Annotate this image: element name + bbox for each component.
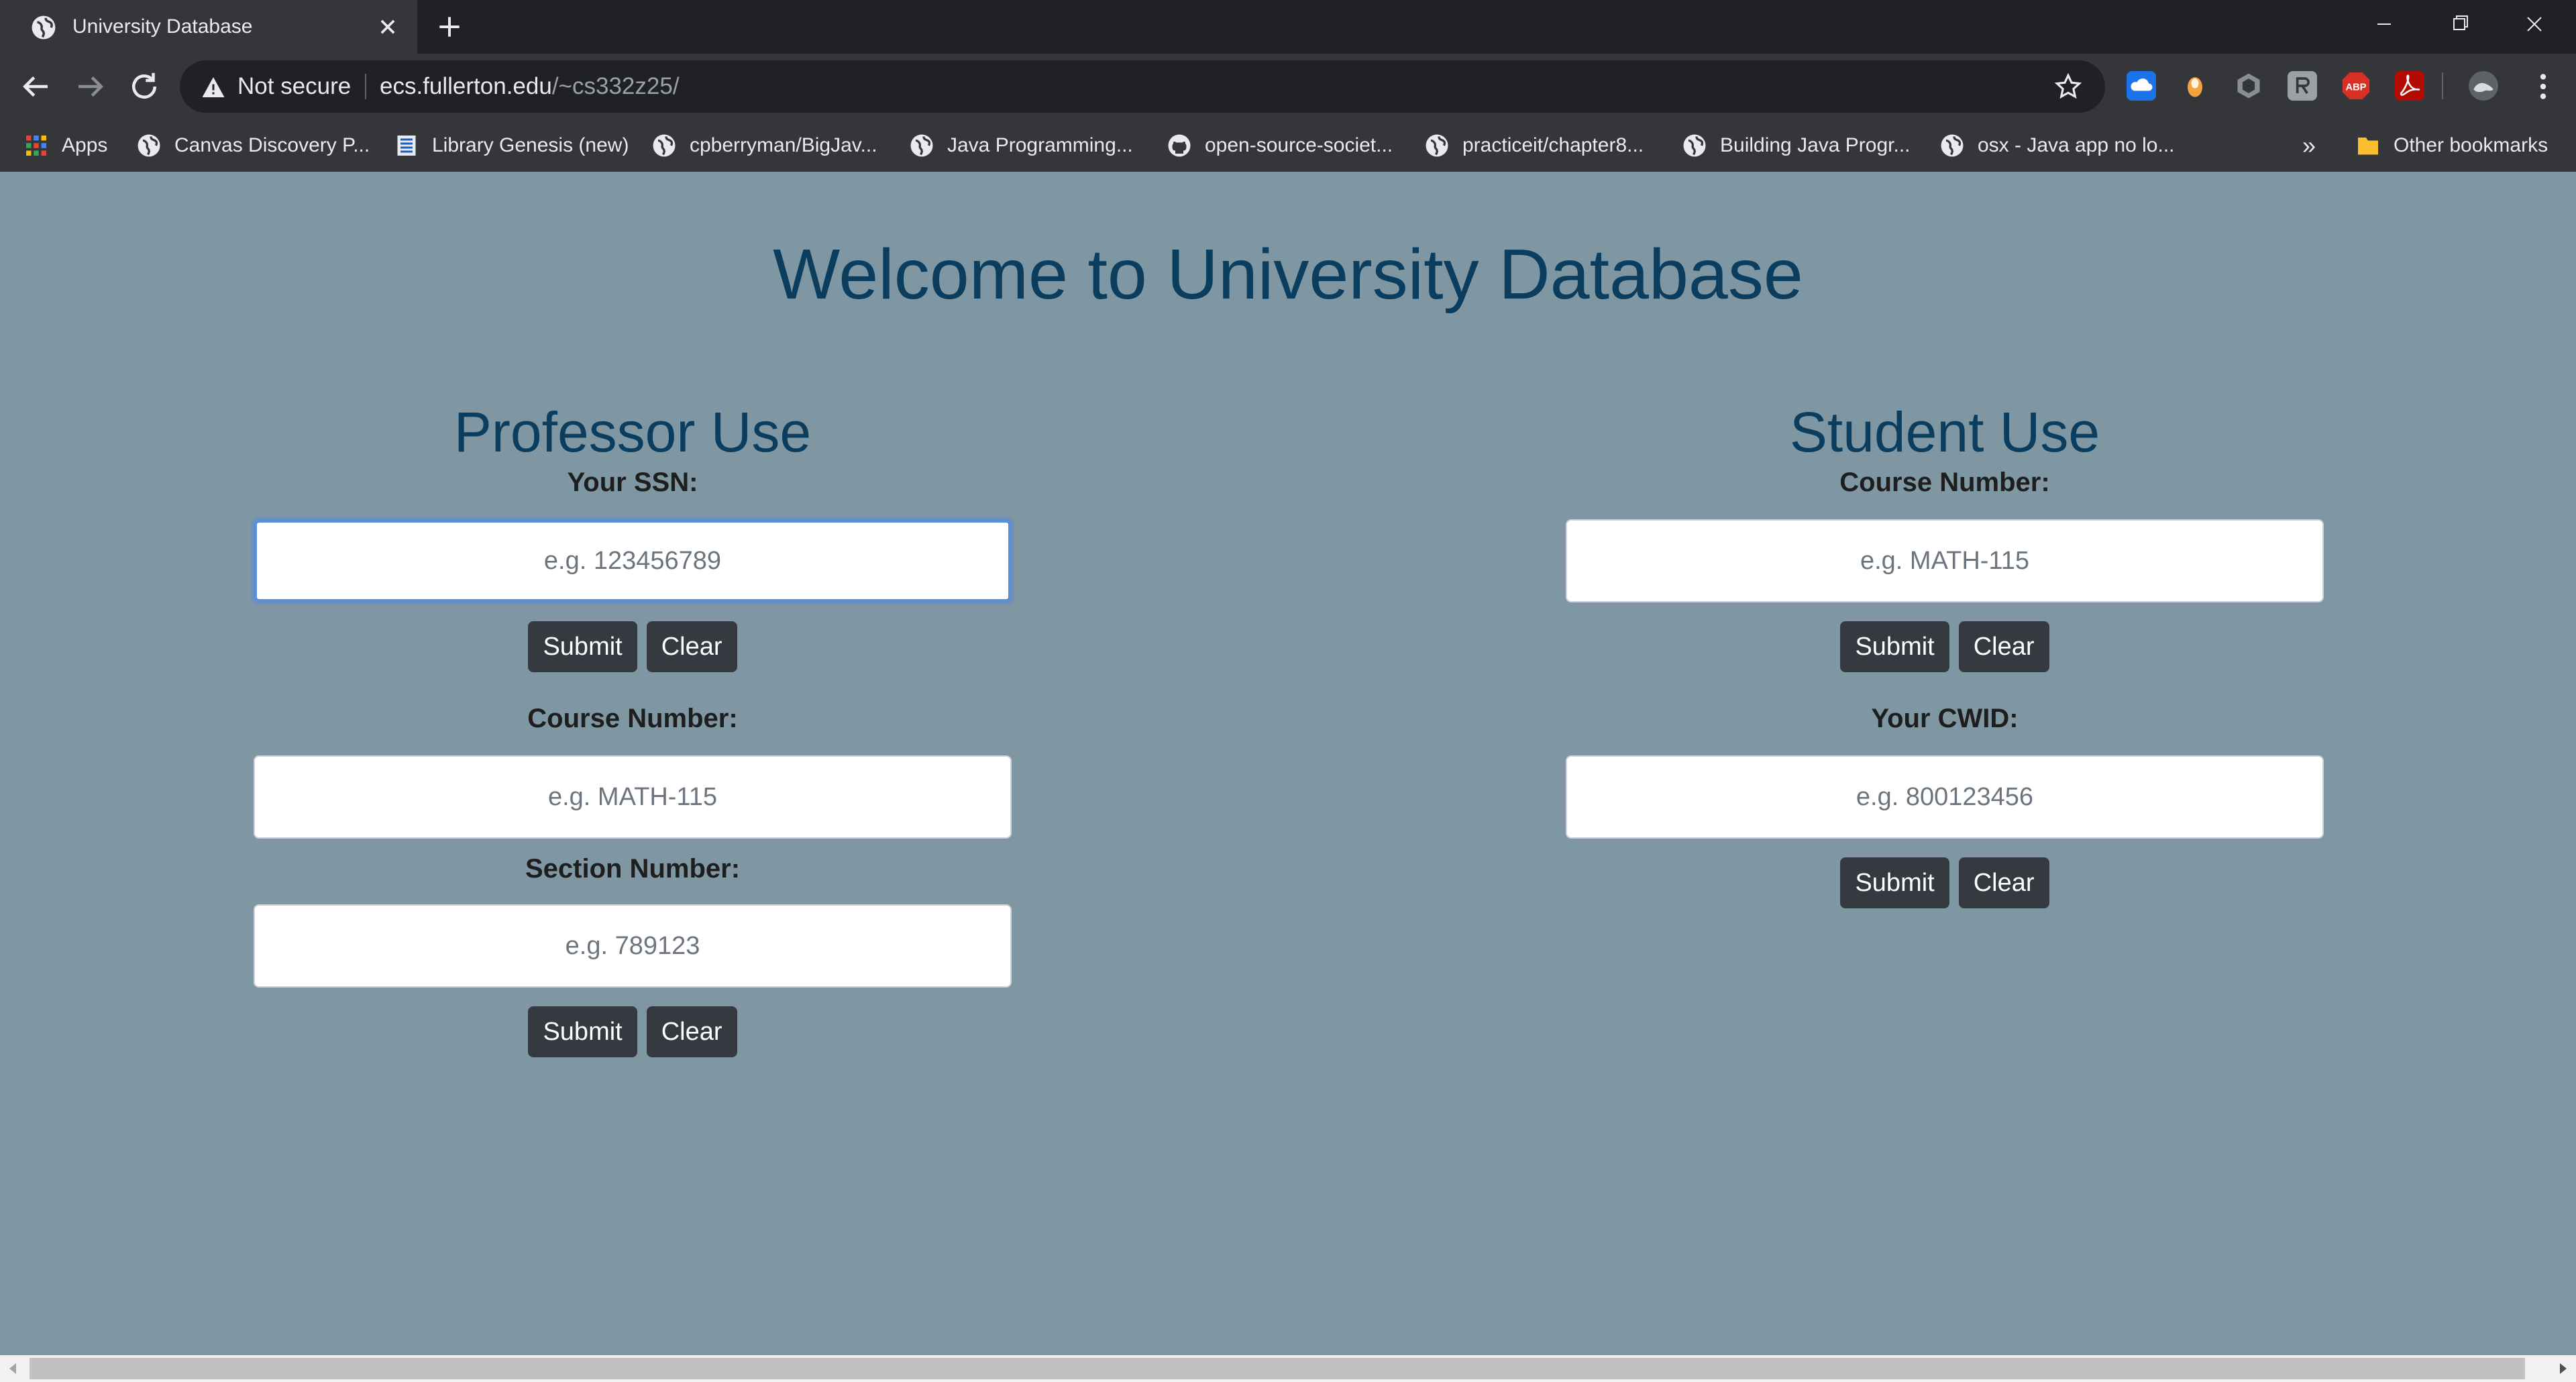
other-bookmarks-label: Other bookmarks [2394,134,2548,156]
globe-icon [1426,134,1448,157]
adblock-extension-icon[interactable]: ABP [2341,71,2371,101]
ssn-submit-button[interactable]: Submit [528,621,637,672]
forward-arrow-icon[interactable] [72,68,109,105]
professor-section: Professor Use Your SSN: Submit Clear Cou… [254,398,1012,1057]
url-path: /~cs332z25/ [551,73,680,99]
globe-icon [1941,134,1964,157]
hexagon-extension-icon[interactable] [2234,71,2263,101]
address-bar[interactable]: Not secure ecs.fullerton.edu/~cs332z25/ [180,60,2105,113]
course-section-clear-button[interactable]: Clear [646,1006,737,1057]
bookmark-label: osx - Java app no lo... [1978,134,2175,156]
cwid-input[interactable] [1566,755,2324,839]
new-tab-icon[interactable] [435,12,464,42]
folder-icon [2358,138,2378,155]
prof-course-input[interactable] [254,755,1012,839]
professor-heading: Professor Use [453,401,812,464]
cwid-button-row: Submit Clear [1566,857,2324,908]
course-section-button-row: Submit Clear [254,1006,1012,1057]
profile-avatar-icon[interactable] [2469,71,2498,101]
scrollbar-thumb[interactable] [30,1358,2525,1379]
other-bookmarks-folder[interactable]: Other bookmarks [2356,119,2548,172]
course-section-submit-button[interactable]: Submit [528,1006,637,1057]
toolbar-divider [2442,72,2443,99]
browser-tab[interactable]: University Database [0,0,417,54]
tab-strip: University Database [0,0,2576,54]
stud-course-clear-button[interactable]: Clear [1958,621,2049,672]
bookmark-label: Library Genesis (new) [432,134,629,156]
not-secure-label[interactable]: Not secure [237,72,351,101]
acrobat-extension-icon[interactable] [2395,71,2424,101]
globe-icon [653,134,676,157]
svg-text:ABP: ABP [2346,82,2367,93]
bookmarks-bar: Apps Canvas Discovery P... Library Genes… [0,119,2576,172]
restore-icon[interactable] [2422,0,2497,48]
bookmark-item[interactable]: practiceit/chapter8... [1425,119,1644,172]
address-divider [365,74,366,99]
bookmark-label: open-source-societ... [1205,134,1393,156]
github-icon [1168,134,1191,157]
bookmark-item[interactable]: open-source-societ... [1167,119,1393,172]
stud-course-label: Course Number: [1839,468,2050,497]
student-section: Student Use Course Number: Submit Clear … [1566,398,2324,908]
globe-icon [32,15,56,40]
apps-grid-icon [26,136,46,156]
honey-extension-icon[interactable] [2180,71,2210,101]
prof-course-label: Course Number: [527,704,738,733]
globe-icon [910,134,933,157]
bookmark-apps[interactable]: Apps [24,119,107,172]
close-window-icon[interactable] [2497,0,2572,48]
ssn-label: Your SSN: [567,468,698,497]
stud-course-input[interactable] [1566,519,2324,602]
cwid-label: Your CWID: [1871,704,2019,733]
student-heading: Student Use [1789,401,2100,464]
section-label: Section Number: [525,854,741,884]
minimize-icon[interactable] [2347,0,2422,48]
warning-icon[interactable] [201,75,225,99]
url-host: ecs.fullerton.edu [380,73,552,99]
ssn-input[interactable] [254,519,1012,602]
page-content: Welcome to University Database Professor… [0,172,2576,1355]
globe-icon [1683,134,1706,157]
more-menu-icon[interactable] [2526,70,2560,103]
bookmark-label: Building Java Progr... [1720,134,1911,156]
bookmark-item[interactable]: osx - Java app no lo... [1940,119,2175,172]
bookmark-item[interactable]: cpberryman/BigJav... [652,119,877,172]
bookmark-item[interactable]: Building Java Progr... [1682,119,1911,172]
horizontal-scrollbar[interactable] [0,1355,2576,1382]
reader-extension-icon[interactable] [2288,71,2317,101]
bookmark-label: Java Programming... [947,134,1133,156]
reload-icon[interactable] [126,68,162,105]
page-title: Welcome to University Database [773,235,1803,314]
close-tab-icon[interactable] [373,12,402,42]
bookmark-label: Apps [62,134,108,156]
ssn-button-row: Submit Clear [254,621,1012,672]
stud-course-submit-button[interactable]: Submit [1840,621,1949,672]
url-text[interactable]: ecs.fullerton.edu/~cs332z25/ [380,72,680,101]
tab-title: University Database [72,15,253,38]
bookmark-item[interactable]: Java Programming... [910,119,1133,172]
bookmark-item[interactable]: Canvas Discovery P... [137,119,370,172]
more-bookmarks-button[interactable]: » [2302,119,2316,172]
section-input[interactable] [254,904,1012,988]
bookmark-star-icon[interactable] [2054,72,2082,101]
cwid-submit-button[interactable]: Submit [1840,857,1949,908]
stud-course-button-row: Submit Clear [1566,621,2324,672]
cloud-extension-icon[interactable] [2127,71,2156,101]
ssn-clear-button[interactable]: Clear [646,621,737,672]
bookmark-label: Canvas Discovery P... [174,134,370,156]
scroll-left-icon[interactable] [0,1355,27,1382]
back-arrow-icon[interactable] [17,68,54,105]
book-icon [397,136,416,156]
bookmark-item[interactable]: Library Genesis (new) [394,119,629,172]
bookmark-label: cpberryman/BigJav... [690,134,877,156]
cwid-clear-button[interactable]: Clear [1958,857,2049,908]
browser-toolbar: Not secure ecs.fullerton.edu/~cs332z25/ … [0,54,2576,119]
bookmark-label: practiceit/chapter8... [1462,134,1644,156]
globe-icon [138,134,160,157]
scroll-right-icon[interactable] [2549,1355,2576,1382]
